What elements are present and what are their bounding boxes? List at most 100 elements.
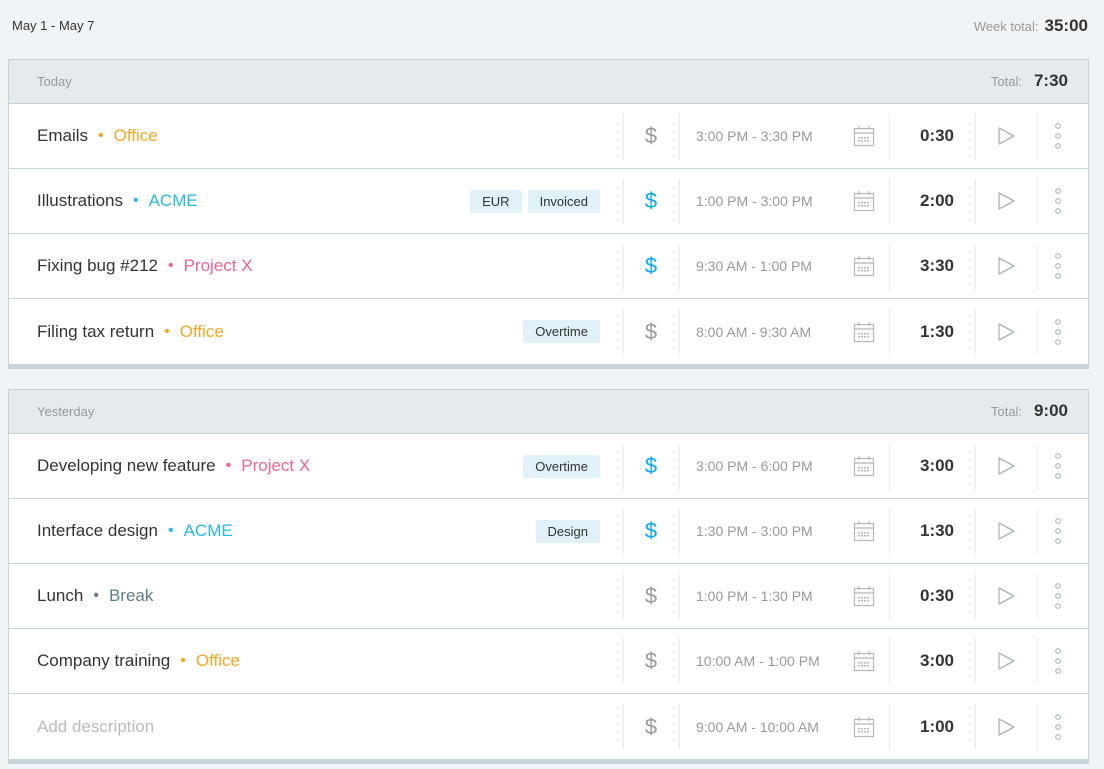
more-vertical-icon[interactable] — [1037, 564, 1079, 628]
dollar-icon[interactable]: $ — [623, 299, 679, 364]
entry-time-range[interactable]: 3:00 PM - 6:00 PM — [696, 434, 813, 498]
calendar-icon[interactable] — [849, 104, 879, 168]
time-entry-row: Interface design • ACME Design $1:30 PM - 3:… — [9, 499, 1088, 564]
tag-badge[interactable]: Overtime — [523, 320, 600, 343]
description-area[interactable]: Company training • Office — [37, 629, 240, 693]
dollar-icon[interactable]: $ — [623, 169, 679, 233]
entry-time-range[interactable]: 9:30 AM - 1:00 PM — [696, 234, 812, 298]
day-total-value: 9:00 — [1033, 401, 1068, 420]
tag-badge[interactable]: Overtime — [523, 454, 600, 478]
week-total-label: Week total: — [973, 19, 1039, 34]
entry-project[interactable]: Break — [109, 586, 153, 606]
entry-time-range[interactable]: 8:00 AM - 9:30 AM — [696, 299, 811, 364]
more-vertical-icon[interactable] — [1037, 104, 1079, 168]
play-icon[interactable] — [975, 104, 1037, 168]
play-icon[interactable] — [975, 564, 1037, 628]
play-icon[interactable] — [975, 694, 1037, 759]
dollar-icon[interactable]: $ — [623, 694, 679, 759]
entry-duration[interactable]: 3:00 — [899, 629, 975, 693]
more-vertical-icon[interactable] — [1037, 694, 1079, 759]
entry-time-range[interactable]: 1:30 PM - 3:00 PM — [696, 499, 813, 563]
entry-description[interactable]: Company training — [37, 651, 170, 671]
entry-description[interactable]: Emails — [37, 126, 88, 146]
dollar-icon[interactable]: $ — [623, 629, 679, 693]
day-total: Total: 7:30 — [991, 71, 1068, 91]
calendar-icon[interactable] — [849, 499, 879, 563]
entry-project[interactable]: Project X — [184, 256, 253, 276]
day-title: Yesterday — [37, 404, 95, 419]
play-icon[interactable] — [975, 499, 1037, 563]
play-icon[interactable] — [975, 299, 1037, 364]
calendar-icon[interactable] — [849, 169, 879, 233]
entry-project[interactable]: Office — [196, 651, 240, 671]
calendar-icon[interactable] — [849, 434, 879, 498]
tag-badge[interactable]: Invoiced — [527, 189, 600, 213]
description-area[interactable]: Filing tax return • Office — [37, 299, 224, 364]
play-icon[interactable] — [975, 169, 1037, 233]
project-dot-icon: • — [93, 587, 99, 604]
dollar-icon[interactable]: $ — [623, 499, 679, 563]
entry-project[interactable]: ACME — [184, 521, 233, 541]
entry-project[interactable]: Office — [114, 126, 158, 146]
entry-time-range[interactable]: 10:00 AM - 1:00 PM — [696, 629, 820, 693]
entry-description[interactable]: Developing new feature — [37, 456, 216, 476]
entry-time-range[interactable]: 1:00 PM - 3:00 PM — [696, 169, 813, 233]
dollar-icon[interactable]: $ — [623, 104, 679, 168]
time-entry-row: Developing new feature • Project X Overtime… — [9, 434, 1088, 499]
entry-time-range[interactable]: 1:00 PM - 1:30 PM — [696, 564, 813, 628]
entry-project[interactable]: ACME — [149, 191, 198, 211]
entry-duration[interactable]: 1:30 — [899, 499, 975, 563]
description-area[interactable]: Fixing bug #212 • Project X — [37, 234, 253, 298]
entry-duration[interactable]: 2:00 — [899, 169, 975, 233]
entry-time-range[interactable]: 9:00 AM - 10:00 AM — [696, 694, 819, 759]
tag-badge[interactable]: EUR — [470, 189, 522, 213]
description-input[interactable]: Add description — [37, 717, 154, 737]
entry-description[interactable]: Illustrations — [37, 191, 123, 211]
entry-tags: EUR Invoiced — [470, 169, 600, 233]
more-vertical-icon[interactable] — [1037, 499, 1079, 563]
play-icon[interactable] — [975, 434, 1037, 498]
entry-description[interactable]: Interface design — [37, 521, 158, 541]
calendar-icon[interactable] — [849, 234, 879, 298]
entry-duration[interactable]: 1:00 — [899, 694, 975, 759]
column-divider — [889, 309, 890, 354]
entry-duration[interactable]: 3:00 — [899, 434, 975, 498]
entry-time-range[interactable]: 3:00 PM - 3:30 PM — [696, 104, 813, 168]
description-area[interactable]: Interface design • ACME — [37, 499, 233, 563]
more-vertical-icon[interactable] — [1037, 234, 1079, 298]
column-divider — [679, 114, 680, 159]
calendar-icon[interactable] — [849, 299, 879, 364]
more-vertical-icon[interactable] — [1037, 299, 1079, 364]
entry-description[interactable]: Lunch — [37, 586, 83, 606]
column-divider — [889, 509, 890, 554]
entry-duration[interactable]: 1:30 — [899, 299, 975, 364]
play-icon[interactable] — [975, 234, 1037, 298]
tag-badge[interactable]: Design — [535, 519, 600, 543]
calendar-icon[interactable] — [849, 694, 879, 759]
description-area[interactable]: Developing new feature • Project X — [37, 434, 310, 498]
project-dot-icon: • — [98, 127, 104, 144]
entry-description[interactable]: Filing tax return — [37, 322, 154, 342]
dollar-icon[interactable]: $ — [623, 564, 679, 628]
entry-duration[interactable]: 3:30 — [899, 234, 975, 298]
description-area[interactable]: Illustrations • ACME — [37, 169, 198, 233]
dollar-icon[interactable]: $ — [623, 434, 679, 498]
entry-duration[interactable]: 0:30 — [899, 104, 975, 168]
more-vertical-icon[interactable] — [1037, 629, 1079, 693]
day-total: Total: 9:00 — [991, 401, 1068, 421]
time-entry-row: Add description $9:00 AM - 10:00 AM 1:00 — [9, 694, 1088, 759]
dollar-icon[interactable]: $ — [623, 234, 679, 298]
calendar-icon[interactable] — [849, 629, 879, 693]
more-vertical-icon[interactable] — [1037, 169, 1079, 233]
play-icon[interactable] — [975, 629, 1037, 693]
more-vertical-icon[interactable] — [1037, 434, 1079, 498]
entry-project[interactable]: Office — [180, 322, 224, 342]
description-area[interactable]: Lunch • Break — [37, 564, 153, 628]
description-area[interactable]: Add description — [37, 694, 154, 759]
entry-description[interactable]: Fixing bug #212 — [37, 256, 158, 276]
column-divider — [679, 574, 680, 619]
description-area[interactable]: Emails • Office — [37, 104, 158, 168]
calendar-icon[interactable] — [849, 564, 879, 628]
entry-project[interactable]: Project X — [241, 456, 310, 476]
entry-duration[interactable]: 0:30 — [899, 564, 975, 628]
